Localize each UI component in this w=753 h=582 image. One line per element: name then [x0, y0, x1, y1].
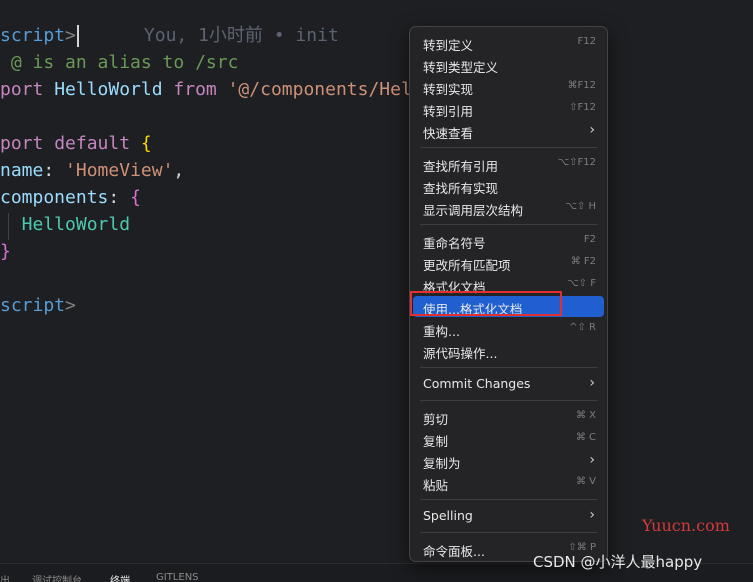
code-token: >: [65, 25, 76, 46]
menu-item[interactable]: 重构... ^⇧ R: [413, 318, 604, 339]
code-line: script> You, 1小时前 • init: [0, 22, 339, 49]
context-menu: 转到定义 F12 转到类型定义 转到实现 ⌘F12 转到引用 ⇧F12 快速查看 › 查找所有引用…: [409, 26, 608, 562]
menu-item[interactable]: 格式化文档 ⌥⇧ F: [413, 274, 604, 295]
menu-item-label: 重构...: [423, 324, 460, 339]
code-line: port HelloWorld from '@/components/Hel: [0, 76, 412, 103]
code-token: '@/components/Hel: [227, 79, 412, 100]
code-token: {: [140, 133, 152, 154]
menu-item[interactable]: 显示调用层次结构 ⌥⇧ H: [413, 197, 604, 218]
menu-item-shortcut: ⌘ C: [575, 432, 596, 443]
code-token: script: [0, 295, 66, 316]
menu-item-shortcut: ⌘ V: [575, 476, 596, 487]
code-line: @ is an alias to /src: [0, 49, 239, 76]
menu-item-label: 转到类型定义: [423, 60, 499, 75]
code-editor[interactable]: script> You, 1小时前 • init @ is an alias t…: [0, 0, 753, 563]
code-token: from: [173, 79, 228, 100]
site-watermark: Yuucn.com: [642, 516, 730, 535]
menu-item[interactable]: 转到引用 ⇧F12: [413, 98, 604, 119]
menu-separator: [420, 147, 597, 148]
menu-item-shortcut: F2: [583, 234, 596, 245]
menu-item-shortcut: F12: [577, 36, 596, 47]
menu-item-label: 复制: [423, 434, 449, 449]
git-blame-annotation: You, 1小时前 • init: [78, 25, 339, 46]
code-token: ,: [173, 160, 185, 181]
code-token: HelloWorld: [0, 214, 131, 235]
menu-item[interactable]: 使用...格式化文档: [413, 296, 604, 317]
menu-item[interactable]: 复制为 ›: [413, 450, 604, 471]
csdn-watermark: CSDN @小洋人最happy: [533, 553, 703, 571]
code-line: }: [0, 238, 11, 265]
code-token: HelloWorld: [54, 79, 174, 100]
menu-item-label: 转到实现: [423, 82, 474, 97]
code-token: port: [0, 133, 55, 154]
menu-item[interactable]: 快速查看 ›: [413, 120, 604, 141]
code-token: :: [108, 187, 131, 208]
menu-separator: [420, 367, 597, 368]
code-token: default: [54, 133, 141, 154]
menu-item[interactable]: 剪切 ⌘ X: [413, 406, 604, 427]
menu-item-label: 格式化文档: [423, 280, 486, 295]
menu-item-shortcut: ^⇧ R: [569, 322, 596, 333]
menu-item-shortcut: ⌥⇧ H: [565, 201, 596, 212]
menu-item-label: 显示调用层次结构: [423, 203, 524, 218]
menu-item-shortcut: ⇧F12: [569, 102, 596, 113]
chevron-right-icon: ›: [589, 507, 595, 523]
code-line: port default {: [0, 130, 152, 157]
chevron-right-icon: ›: [589, 122, 595, 138]
menu-item[interactable]: Commit Changes ›: [413, 373, 604, 394]
menu-item[interactable]: 查找所有实现: [413, 175, 604, 196]
menu-item-label: 转到引用: [423, 104, 474, 119]
menu-item-label: 使用...格式化文档: [423, 302, 523, 317]
menu-item[interactable]: 复制 ⌘ C: [413, 428, 604, 449]
menu-item-shortcut: ⌥⇧ F: [567, 278, 596, 289]
menu-separator: [420, 224, 597, 225]
menu-item-shortcut: ⌘ F2: [570, 256, 596, 267]
menu-item-label: 更改所有匹配项: [423, 258, 511, 273]
menu-item-label: 粘贴: [423, 478, 449, 493]
menu-item-label: Spelling: [423, 508, 473, 523]
code-token: name: [0, 160, 44, 181]
menu-item-label: 查找所有引用: [423, 159, 499, 174]
menu-item[interactable]: 更改所有匹配项 ⌘ F2: [413, 252, 604, 273]
chevron-right-icon: ›: [589, 375, 595, 391]
menu-item[interactable]: 转到类型定义: [413, 54, 604, 75]
code-line: HelloWorld: [0, 211, 130, 238]
code-token: script: [0, 25, 66, 46]
code-line: name: 'HomeView',: [0, 157, 184, 184]
menu-item-shortcut: ⌘ X: [575, 410, 596, 421]
menu-item-label: 重命名符号: [423, 236, 486, 251]
menu-item-label: 命令面板...: [423, 544, 485, 559]
code-token: :: [43, 160, 66, 181]
code-token: @ is an alias to /src: [0, 52, 239, 73]
menu-item-label: 复制为: [423, 456, 461, 471]
menu-item-label: 剪切: [423, 412, 449, 427]
menu-item[interactable]: 查找所有引用 ⌥⇧F12: [413, 153, 604, 174]
menu-item[interactable]: Spelling ›: [413, 505, 604, 526]
code-token: port: [0, 79, 55, 100]
code-token: >: [65, 295, 76, 316]
menu-separator: [420, 400, 597, 401]
code-token: }: [0, 241, 11, 262]
code-line: script>: [0, 292, 76, 319]
menu-item-label: 转到定义: [423, 38, 474, 53]
menu-item[interactable]: 粘贴 ⌘ V: [413, 472, 604, 493]
code-token: 'HomeView': [65, 160, 174, 181]
menu-item[interactable]: 转到定义 F12: [413, 32, 604, 53]
code-token: {: [130, 187, 141, 208]
menu-separator: [420, 532, 597, 533]
menu-item[interactable]: 转到实现 ⌘F12: [413, 76, 604, 97]
menu-item-label: 源代码操作...: [423, 346, 498, 361]
menu-item-label: Commit Changes: [423, 376, 531, 391]
code-token: components: [0, 187, 109, 208]
menu-item[interactable]: 重命名符号 F2: [413, 230, 604, 251]
menu-separator: [420, 499, 597, 500]
menu-item[interactable]: 源代码操作...: [413, 340, 604, 361]
menu-item-shortcut: ⌘F12: [567, 80, 596, 91]
code-line: components: {: [0, 184, 141, 211]
menu-item-label: 查找所有实现: [423, 181, 499, 196]
menu-item-label: 快速查看: [423, 126, 474, 141]
chevron-right-icon: ›: [589, 452, 595, 468]
menu-item-shortcut: ⌥⇧F12: [557, 157, 596, 168]
